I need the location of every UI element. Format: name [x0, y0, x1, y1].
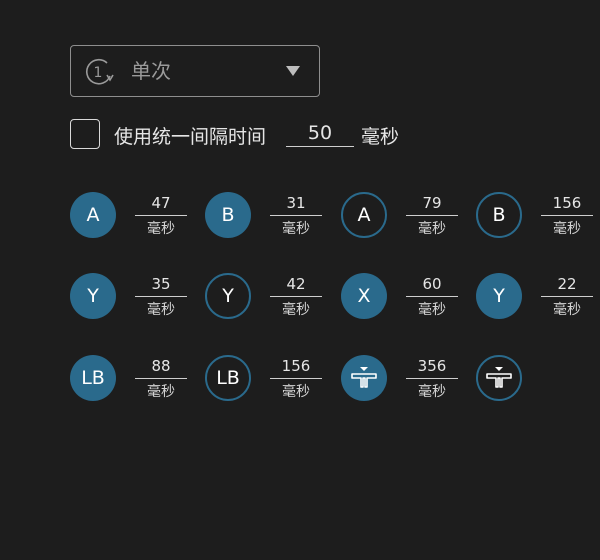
- interval-unit: 毫秒: [418, 384, 446, 400]
- interval-unit: 毫秒: [418, 302, 446, 318]
- interval-field[interactable]: 156 毫秒: [541, 193, 593, 238]
- interval-unit: 毫秒: [147, 302, 175, 318]
- interval-field[interactable]: 79 毫秒: [406, 193, 458, 238]
- interval-value[interactable]: 60: [406, 274, 458, 297]
- interval-field[interactable]: 356 毫秒: [406, 356, 458, 401]
- trigger-icon: [351, 367, 377, 388]
- interval-unit: 毫秒: [282, 384, 310, 400]
- trigger-icon: [486, 367, 512, 388]
- interval-unit: 毫秒: [553, 221, 581, 237]
- button-b[interactable]: B: [205, 192, 251, 238]
- interval-unit: 毫秒: [553, 302, 581, 318]
- interval-field[interactable]: 60 毫秒: [406, 274, 458, 319]
- uniform-interval-unit: 毫秒: [361, 126, 400, 148]
- trigger-button[interactable]: [341, 355, 387, 401]
- interval-unit: 毫秒: [418, 221, 446, 237]
- interval-field[interactable]: 22 毫秒: [541, 274, 593, 319]
- interval-unit: 毫秒: [147, 384, 175, 400]
- button-x[interactable]: X: [341, 273, 387, 319]
- interval-value[interactable]: 35: [135, 274, 187, 297]
- button-y[interactable]: Y: [205, 273, 251, 319]
- trigger-button[interactable]: [476, 355, 522, 401]
- interval-field[interactable]: 35 毫秒: [135, 274, 187, 319]
- interval-field[interactable]: 42 毫秒: [270, 274, 322, 319]
- repeat-once-number: 1: [94, 65, 103, 81]
- interval-field[interactable]: 31 毫秒: [270, 193, 322, 238]
- repeat-mode-dropdown[interactable]: 1 单次: [70, 45, 320, 97]
- button-lb[interactable]: LB: [205, 355, 251, 401]
- uniform-interval-label: 使用统一间隔时间: [114, 126, 267, 148]
- interval-unit: 毫秒: [147, 221, 175, 237]
- interval-value[interactable]: 156: [541, 193, 593, 216]
- button-y[interactable]: Y: [70, 273, 116, 319]
- interval-value[interactable]: 22: [541, 274, 593, 297]
- interval-field[interactable]: 156 毫秒: [270, 356, 322, 401]
- interval-value[interactable]: 79: [406, 193, 458, 216]
- button-lb[interactable]: LB: [70, 355, 116, 401]
- repeat-mode-label: 单次: [131, 59, 171, 83]
- button-b[interactable]: B: [476, 192, 522, 238]
- button-a[interactable]: A: [341, 192, 387, 238]
- interval-value[interactable]: 42: [270, 274, 322, 297]
- button-y[interactable]: Y: [476, 273, 522, 319]
- interval-value[interactable]: 31: [270, 193, 322, 216]
- interval-field[interactable]: 88 毫秒: [135, 356, 187, 401]
- repeat-once-icon: 1: [85, 58, 114, 85]
- interval-value[interactable]: 47: [135, 193, 187, 216]
- uniform-interval-input[interactable]: 50: [286, 122, 354, 147]
- uniform-interval-checkbox[interactable]: [70, 119, 100, 149]
- interval-value[interactable]: 88: [135, 356, 187, 379]
- interval-field[interactable]: 47 毫秒: [135, 193, 187, 238]
- chevron-down-icon: [286, 66, 300, 76]
- interval-unit: 毫秒: [282, 221, 310, 237]
- interval-unit: 毫秒: [282, 302, 310, 318]
- button-a[interactable]: A: [70, 192, 116, 238]
- interval-value[interactable]: 356: [406, 356, 458, 379]
- interval-value[interactable]: 156: [270, 356, 322, 379]
